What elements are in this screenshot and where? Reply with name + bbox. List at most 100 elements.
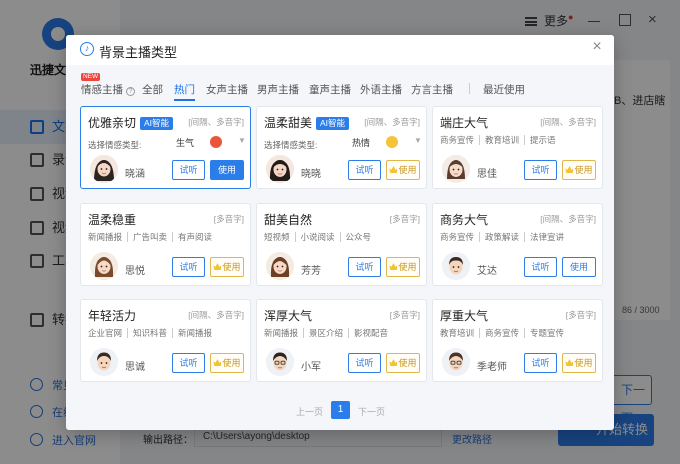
emotion-label: 选择情感类型:	[264, 140, 318, 150]
next-page-button[interactable]: 下一页	[358, 405, 385, 418]
anchor-name: 商务大气	[440, 213, 489, 227]
vip-use-button[interactable]: 使用	[386, 257, 420, 277]
anchor-tagline: [间隔、多音字]	[188, 117, 244, 127]
vip-use-button[interactable]: 使用	[386, 353, 420, 373]
new-badge: NEW	[81, 73, 101, 81]
crown-icon	[565, 359, 574, 366]
vip-use-button[interactable]: 使用	[210, 257, 244, 277]
anchor-type-dialog: ♪ 背景主播类型 × NEW 情感主播? 全部 热门 女声主播 男声主播 童声主…	[66, 35, 614, 430]
anchor-card[interactable]: 端庄大气 [间隔、多音字] 商务宣传 教育培训 提示语 思佳 试听 使用	[432, 106, 603, 189]
crown-icon	[213, 263, 222, 270]
voice-name: 思诚	[125, 362, 145, 373]
usage-tags: 新闻播报 广告叫卖 有声阅读	[88, 232, 213, 242]
crown-icon	[213, 359, 222, 366]
anchor-name: 温柔稳重	[88, 213, 137, 227]
avatar	[442, 155, 470, 183]
anchor-name: 年轻活力	[88, 309, 137, 323]
avatar	[90, 155, 118, 183]
anchor-card[interactable]: 温柔稳重 [多音字] 新闻播报 广告叫卖 有声阅读 思悦 试听 使用	[80, 203, 251, 286]
anchor-tagline: [间隔、多音字]	[540, 214, 596, 224]
voice-name: 晓晓	[301, 169, 321, 180]
voice-name: 小军	[301, 362, 321, 373]
vip-use-button[interactable]: 使用	[562, 353, 596, 373]
usage-tags: 商务宣传 教育培训 提示语	[440, 135, 556, 145]
try-button[interactable]: 试听	[172, 353, 205, 373]
help-icon[interactable]: ?	[126, 87, 135, 96]
usage-tags: 短视频 小说阅读 公众号	[264, 232, 372, 242]
anchor-name: 厚重大气	[440, 309, 489, 323]
try-button[interactable]: 试听	[348, 257, 381, 277]
voice-name: 思佳	[477, 169, 497, 180]
anchor-card[interactable]: 优雅亲切 AI智能 [间隔、多音字] 选择情感类型: 生气 ▼ 晓涵 试听 使用	[80, 106, 251, 189]
tab-dialect[interactable]: 方言主播	[411, 82, 453, 97]
voice-name: 艾达	[477, 266, 497, 277]
ai-badge: AI智能	[140, 117, 174, 130]
anchor-card[interactable]: 甜美自然 [多音字] 短视频 小说阅读 公众号 芳芳 试听 使用	[256, 203, 427, 286]
avatar	[442, 348, 470, 376]
tab-foreign[interactable]: 外语主播	[360, 82, 402, 97]
emotion-label: 选择情感类型:	[88, 140, 142, 150]
anchor-tagline: [多音字]	[213, 214, 244, 224]
prev-page-button[interactable]: 上一页	[296, 405, 323, 418]
anchor-card[interactable]: 年轻活力 [间隔、多音字] 企业官网 知识科普 新闻播报 思诚 试听 使用	[80, 299, 251, 382]
vip-use-button[interactable]: 使用	[210, 353, 244, 373]
anchor-name: 优雅亲切	[88, 116, 137, 130]
tab-divider	[469, 83, 470, 94]
try-button[interactable]: 试听	[348, 353, 381, 373]
use-button[interactable]: 使用	[562, 257, 596, 277]
anchor-tagline: [间隔、多音字]	[364, 117, 420, 127]
emotion-select[interactable]: 生气 ▼	[176, 136, 248, 150]
anchor-tagline: [多音字]	[389, 310, 420, 320]
try-button[interactable]: 试听	[524, 257, 557, 277]
tab-female[interactable]: 女声主播	[206, 82, 248, 97]
try-button[interactable]: 试听	[348, 160, 381, 180]
vip-use-button[interactable]: 使用	[386, 160, 420, 180]
anchor-card[interactable]: 浑厚大气 [多音字] 新闻播报 景区介绍 影视配音 小军 试听 使用	[256, 299, 427, 382]
dialog-header: ♪ 背景主播类型 ×	[66, 35, 614, 65]
anchor-card[interactable]: 厚重大气 [多音字] 教育培训 商务宣传 专题宣传 季老师 试听 使用	[432, 299, 603, 382]
tab-male[interactable]: 男声主播	[257, 82, 299, 97]
avatar	[90, 252, 118, 280]
tab-recent[interactable]: 最近使用	[483, 82, 525, 97]
try-button[interactable]: 试听	[524, 160, 557, 180]
page-1-button[interactable]: 1	[331, 401, 350, 419]
anchor-card[interactable]: 商务大气 [间隔、多音字] 商务宣传 政策解读 法律宣讲 艾达 试听 使用	[432, 203, 603, 286]
try-button[interactable]: 试听	[172, 257, 205, 277]
dialog-title: 背景主播类型	[99, 45, 178, 60]
ai-badge: AI智能	[316, 117, 350, 130]
close-icon[interactable]: ×	[590, 39, 604, 55]
anchor-name: 端庄大气	[440, 116, 489, 130]
smile-face-icon	[386, 136, 398, 148]
usage-tags: 教育培训 商务宣传 专题宣传	[440, 328, 565, 338]
anchor-name: 甜美自然	[264, 213, 313, 227]
emotion-select[interactable]: 热情 ▼	[352, 136, 424, 150]
chevron-down-icon: ▼	[414, 136, 422, 145]
anchor-tagline: [多音字]	[389, 214, 420, 224]
anchor-name: 温柔甜美	[264, 116, 313, 130]
anchor-tagline: [多音字]	[565, 310, 596, 320]
voice-name: 季老师	[477, 362, 507, 373]
try-button[interactable]: 试听	[172, 160, 205, 180]
pagination: 上一页 1 下一页	[66, 401, 614, 421]
usage-tags: 企业官网 知识科普 新闻播报	[88, 328, 213, 338]
anchor-card[interactable]: 温柔甜美 AI智能 [间隔、多音字] 选择情感类型: 热情 ▼ 晓晓 试听 使用	[256, 106, 427, 189]
use-button[interactable]: 使用	[210, 160, 244, 180]
tab-child[interactable]: 童声主播	[309, 82, 351, 97]
tab-emotion[interactable]: 情感主播?	[81, 82, 135, 97]
category-tabs: NEW 情感主播? 全部 热门 女声主播 男声主播 童声主播 外语主播 方言主播…	[66, 73, 614, 101]
usage-tags: 新闻播报 景区介绍 影视配音	[264, 328, 389, 338]
avatar	[266, 155, 294, 183]
angry-face-icon	[210, 136, 222, 148]
crown-icon	[389, 263, 398, 270]
vip-use-button[interactable]: 使用	[562, 160, 596, 180]
chevron-down-icon: ▼	[238, 136, 246, 145]
avatar	[442, 252, 470, 280]
tab-all[interactable]: 全部	[142, 82, 163, 97]
usage-tags: 商务宣传 政策解读 法律宣讲	[440, 232, 565, 242]
tab-hot[interactable]: 热门	[174, 82, 195, 101]
crown-icon	[565, 166, 574, 173]
avatar	[266, 348, 294, 376]
try-button[interactable]: 试听	[524, 353, 557, 373]
avatar	[90, 348, 118, 376]
voice-name: 思悦	[125, 266, 145, 277]
